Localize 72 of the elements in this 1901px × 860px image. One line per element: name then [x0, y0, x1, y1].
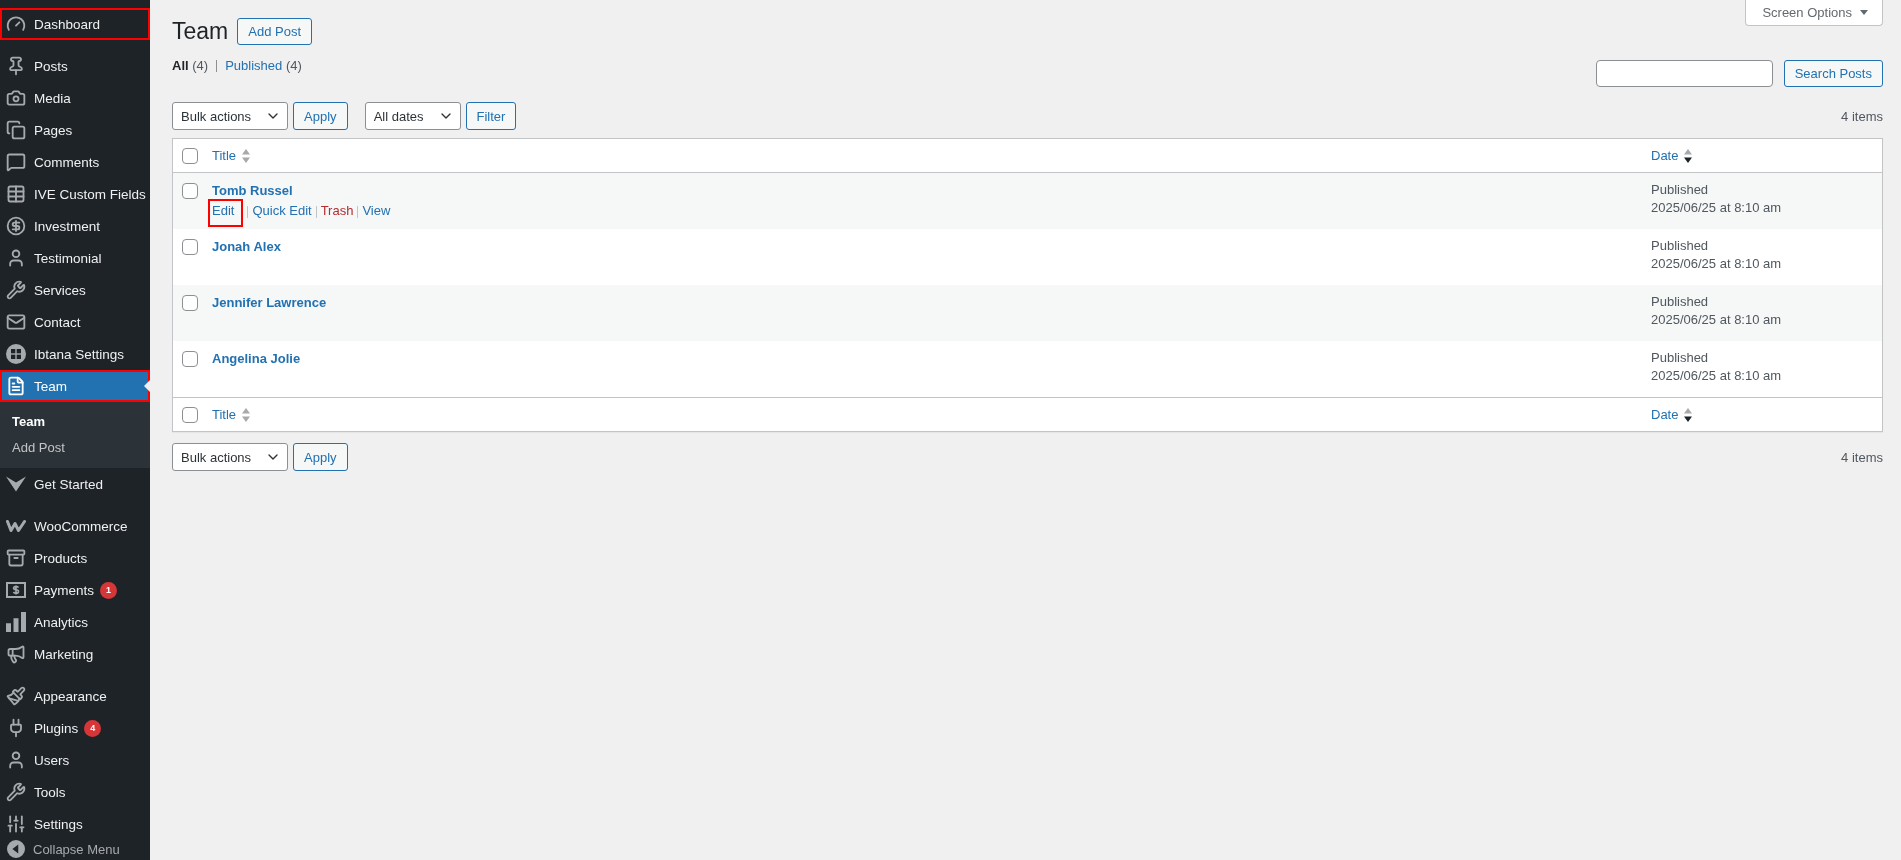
row-checkbox[interactable]: [182, 351, 198, 367]
add-post-button[interactable]: Add Post: [237, 18, 312, 45]
item-count: 4 items: [1841, 449, 1883, 465]
pushpin-icon: [6, 56, 26, 76]
row-action-link[interactable]: Edit: [208, 199, 244, 227]
sidebar-menu-item[interactable]: Team: [0, 370, 150, 402]
gauge-icon: [6, 14, 26, 34]
status-text: Published: [1651, 181, 1709, 199]
count-badge: 4: [84, 719, 102, 737]
item-count: 4 items: [1841, 108, 1883, 124]
page-title: Team: [172, 18, 229, 45]
v-logo-icon: [6, 474, 26, 494]
toolbar-button[interactable]: Apply: [293, 102, 348, 130]
sidebar-menu-item[interactable]: Dashboard: [0, 8, 150, 40]
select-all-checkbox[interactable]: [182, 147, 198, 164]
post-title-link[interactable]: Jonah Alex: [212, 237, 281, 257]
column-header-link[interactable]: Date: [1651, 407, 1693, 422]
submenu-item[interactable]: Team: [0, 409, 150, 435]
paintbrush-icon: [6, 686, 26, 706]
dollar-square-icon: [6, 580, 26, 600]
select-all-checkbox[interactable]: [182, 406, 198, 423]
submenu-item[interactable]: Add Post: [0, 435, 150, 461]
date-text: 2025/06/25 at 8:10 am: [1651, 311, 1782, 329]
date-text: 2025/06/25 at 8:10 am: [1651, 255, 1782, 273]
post-title-link[interactable]: Tomb Russel: [212, 181, 293, 201]
date-text: 2025/06/25 at 8:10 am: [1651, 199, 1782, 217]
archive-box-icon: [6, 548, 26, 568]
dollar-circle-icon: [6, 216, 26, 236]
row-checkbox[interactable]: [182, 183, 198, 199]
menu-pointer-icon: [144, 380, 150, 392]
collapse-arrow-icon: [7, 840, 25, 858]
person-icon: [6, 750, 26, 770]
megaphone-icon: [6, 644, 26, 664]
status-text: Published: [1651, 293, 1709, 311]
bar-chart-icon: [6, 612, 26, 632]
toolbar-button[interactable]: Filter: [465, 102, 517, 130]
sliders-icon: [6, 814, 26, 834]
date-text: 2025/06/25 at 8:10 am: [1651, 367, 1782, 385]
grid-circle-icon: [6, 344, 26, 364]
collapse-menu-button[interactable]: Collapse Menu: [0, 840, 120, 858]
row-checkbox[interactable]: [182, 295, 198, 311]
envelope-icon: [6, 312, 26, 332]
status-text: Published: [1651, 349, 1709, 367]
status-text: Published: [1651, 237, 1709, 255]
dropdown-select[interactable]: All dates: [364, 102, 461, 130]
column-header-link[interactable]: Date: [1651, 148, 1693, 163]
person-icon: [6, 248, 26, 268]
caret-down-icon: [1860, 10, 1868, 15]
view-filter-link[interactable]: Published (4): [225, 57, 302, 75]
row-checkbox[interactable]: [182, 239, 198, 255]
dropdown-select[interactable]: Bulk actions: [172, 443, 289, 471]
row-action-link[interactable]: Trash: [320, 201, 354, 221]
camera-icon: [6, 88, 26, 108]
row-action-link[interactable]: Quick Edit: [252, 201, 312, 221]
toolbar-button[interactable]: Apply: [293, 443, 348, 471]
column-header-link[interactable]: Title: [212, 407, 251, 422]
document-icon: [6, 376, 26, 396]
stacked-pages-icon: [6, 120, 26, 140]
post-title-link[interactable]: Angelina Jolie: [212, 349, 301, 369]
dropdown-select[interactable]: Bulk actions: [172, 102, 289, 130]
column-header-link[interactable]: Title: [212, 148, 251, 163]
search-field[interactable]: [1595, 60, 1773, 87]
row-action-link[interactable]: View: [362, 201, 391, 221]
count-badge: 1: [100, 581, 118, 599]
table-grid-icon: [6, 184, 26, 204]
view-filter-link[interactable]: All (4): [172, 57, 209, 75]
wrench-icon: [6, 280, 26, 300]
search-button[interactable]: Search Posts: [1783, 60, 1883, 87]
speech-bubble-icon: [6, 152, 26, 172]
screen-options-button[interactable]: Screen Options: [1745, 0, 1883, 26]
post-title-link[interactable]: Jennifer Lawrence: [212, 293, 327, 313]
wrench-icon: [6, 782, 26, 802]
